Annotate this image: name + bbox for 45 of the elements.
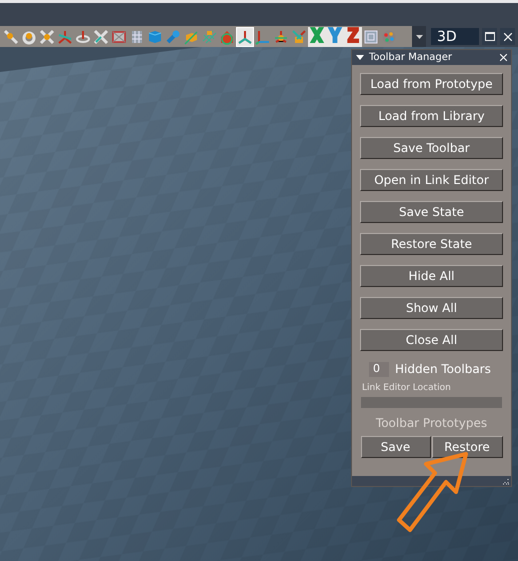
dropdown-button[interactable] [412,26,426,47]
panel-button[interactable]: Restore State [360,233,503,255]
hidden-toolbars-label: Hidden Toolbars [395,361,491,378]
panel-button[interactable]: Open in Link Editor [360,169,503,191]
toolbar-button[interactable]: Y [326,26,344,46]
maximize-icon [484,32,494,41]
close-icon [504,32,512,40]
resize-grip-icon[interactable] [503,479,509,485]
axes-icon [237,28,253,44]
view-label-text: 3D [437,30,457,44]
cube-icon [147,28,163,44]
ring-icon [21,28,37,44]
link-editor-location-label: Link Editor Location [361,382,452,395]
collapse-icon [356,55,364,60]
mesh-icon [129,28,145,44]
prototype-button[interactable]: Restore [432,436,502,458]
figure-icon [273,28,289,44]
hidden-count-field[interactable]: 0 [369,362,389,376]
panel-button[interactable]: Close All [360,329,503,351]
panel-button[interactable]: Hide All [360,265,503,287]
panel-button[interactable]: Save State [360,201,503,223]
panel-title: Toolbar Manager [369,52,454,62]
panel-button[interactable]: Load from Prototype [360,73,503,95]
caret-icon [416,34,422,38]
wand-icon [3,28,19,44]
close-button[interactable] [500,28,515,45]
prototypes-label: Toolbar Prototypes [374,414,488,432]
toolbar-button[interactable] [236,26,254,46]
panel-button[interactable]: Show All [360,297,503,319]
axes-icon [57,28,73,44]
toolbar-button[interactable]: Z [344,26,362,46]
move-icon [93,28,109,44]
box-icon [183,28,199,44]
frame-icon [111,28,127,44]
maximize-button[interactable] [482,28,497,45]
link-editor-location-field[interactable] [361,396,502,408]
arrows-icon [291,28,307,44]
corner-axes-icon [255,28,271,44]
prototype-button[interactable]: Save [360,436,430,458]
rotate-icon [75,28,91,44]
panel-button[interactable]: Load from Library [360,105,503,127]
house-icon [219,28,235,44]
close-icon[interactable] [500,54,507,61]
panel-button[interactable]: Save Toolbar [360,137,503,159]
flashlight-icon [165,28,181,44]
